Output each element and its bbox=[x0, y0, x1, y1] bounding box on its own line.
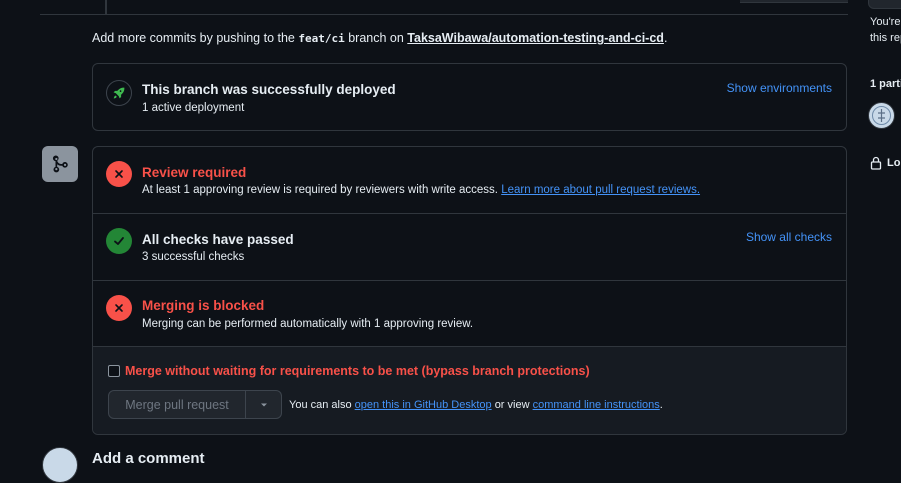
lock-conversation[interactable]: Loc bbox=[870, 156, 901, 170]
merging-blocked-row: Merging is blocked Merging can be perfor… bbox=[93, 281, 846, 347]
merge-hint-prefix: You can also bbox=[289, 399, 352, 411]
participant-avatar[interactable] bbox=[868, 102, 895, 129]
merge-button-group: Merge pull request bbox=[108, 390, 282, 419]
review-required-title: Review required bbox=[142, 165, 247, 180]
commit-note-suffix: . bbox=[663, 31, 668, 45]
merge-hint-middle: or view bbox=[494, 399, 530, 411]
check-circle-icon bbox=[106, 228, 132, 254]
merge-method-dropdown[interactable] bbox=[246, 390, 282, 419]
bypass-checkbox[interactable] bbox=[108, 365, 120, 377]
x-circle-icon bbox=[106, 161, 132, 187]
review-required-text: At least 1 approving review is required … bbox=[142, 184, 499, 196]
rocket-icon bbox=[106, 80, 132, 106]
divider bbox=[40, 14, 848, 15]
user-avatar[interactable] bbox=[42, 447, 78, 483]
x-circle-icon bbox=[106, 295, 132, 321]
bypass-option[interactable]: Merge without waiting for requirements t… bbox=[108, 364, 590, 378]
merging-blocked-title: Merging is blocked bbox=[142, 298, 265, 313]
checks-passed-title: All checks have passed bbox=[142, 232, 294, 247]
merge-status-box: Review required At least 1 approving rev… bbox=[92, 146, 847, 435]
add-comment-title: Add a comment bbox=[92, 450, 205, 467]
show-all-checks-link[interactable]: Show all checks bbox=[746, 230, 832, 244]
review-required-row: Review required At least 1 approving rev… bbox=[93, 147, 846, 214]
checks-passed-subtitle: 3 successful checks bbox=[142, 251, 245, 263]
lock-icon bbox=[870, 156, 882, 170]
github-desktop-link[interactable]: open this in GitHub Desktop bbox=[355, 399, 492, 411]
deployment-box: This branch was successfully deployed 1 … bbox=[92, 63, 847, 131]
timeline-line bbox=[105, 0, 107, 14]
merge-pull-request-button[interactable]: Merge pull request bbox=[108, 390, 246, 419]
commit-note-middle: branch on bbox=[348, 31, 404, 45]
command-line-link[interactable]: command line instructions bbox=[533, 399, 660, 411]
top-button-edge[interactable] bbox=[740, 0, 848, 3]
review-required-subtitle: At least 1 approving review is required … bbox=[142, 184, 700, 196]
repo-link[interactable]: TaksaWibawa/automation-testing-and-ci-cd bbox=[407, 31, 664, 45]
deployment-title: This branch was successfully deployed bbox=[142, 82, 396, 97]
bypass-label: Merge without waiting for requirements t… bbox=[125, 364, 590, 378]
checks-passed-row: All checks have passed 3 successful chec… bbox=[93, 214, 846, 281]
sidebar-note-line1: You're bbox=[870, 16, 901, 28]
sidebar-button-edge[interactable] bbox=[868, 0, 901, 9]
triangle-down-icon bbox=[260, 403, 267, 406]
git-merge-icon bbox=[42, 146, 78, 182]
merge-hint-suffix: . bbox=[659, 399, 663, 411]
merge-hint: You can also open this in GitHub Desktop… bbox=[289, 399, 663, 411]
commit-note-prefix: Add more commits by pushing to the bbox=[92, 31, 295, 45]
deployment-subtitle: 1 active deployment bbox=[142, 102, 245, 114]
sidebar-note-line2: this rep bbox=[870, 32, 901, 44]
merge-actions-row: Merge without waiting for requirements t… bbox=[93, 347, 846, 434]
participants-heading: 1 partic bbox=[870, 78, 901, 90]
lock-label: Loc bbox=[887, 157, 901, 169]
branch-name: feat/ci bbox=[298, 32, 345, 45]
merging-blocked-subtitle: Merging can be performed automatically w… bbox=[142, 318, 474, 330]
commit-note: Add more commits by pushing to the feat/… bbox=[92, 31, 667, 45]
show-environments-link[interactable]: Show environments bbox=[727, 81, 832, 95]
review-docs-link[interactable]: Learn more about pull request reviews. bbox=[501, 184, 700, 196]
